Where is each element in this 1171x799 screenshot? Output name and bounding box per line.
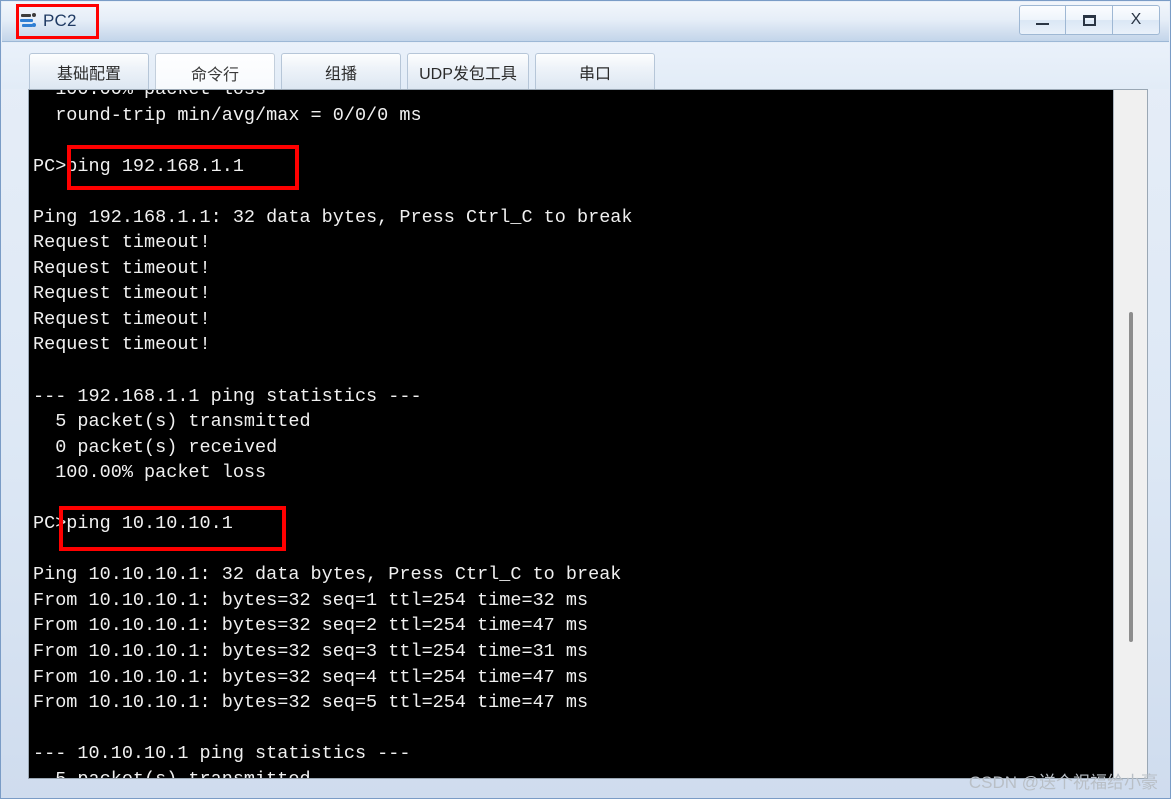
close-button[interactable]: X [1113, 5, 1160, 35]
terminal-output-text: 100.00% packet loss round-trip min/avg/m… [33, 89, 633, 778]
tab-basic-config[interactable]: 基础配置 [29, 53, 149, 89]
terminal-scrollbar-thumb[interactable] [1129, 312, 1133, 642]
tab-strip: 基础配置 命令行 组播 UDP发包工具 串口 [2, 43, 1169, 91]
tab-udp-packet-tool[interactable]: UDP发包工具 [407, 53, 529, 89]
maximize-icon [1082, 14, 1096, 26]
maximize-button[interactable] [1066, 5, 1113, 35]
window-controls: X [1019, 5, 1160, 35]
minimize-icon [1036, 23, 1049, 25]
tab-command-line[interactable]: 命令行 [155, 53, 275, 91]
terminal-scrollbar[interactable] [1113, 90, 1147, 778]
tab-label: 命令行 [190, 66, 239, 84]
tab-label: 基础配置 [56, 65, 121, 83]
watermark: CSDN @送个祝福给小豪 [968, 773, 1158, 792]
window-title: PC2 [43, 11, 77, 30]
terminal-console[interactable]: 100.00% packet loss round-trip min/avg/m… [28, 89, 1148, 779]
tab-multicast[interactable]: 组播 [281, 53, 401, 89]
tab-label: 组播 [324, 65, 357, 83]
tab-label: 串口 [578, 65, 611, 83]
title-bar: PC2 X [2, 2, 1169, 42]
minimize-button[interactable] [1019, 5, 1066, 35]
close-icon: X [1130, 11, 1142, 28]
device-icon [19, 12, 37, 30]
tab-serial-port[interactable]: 串口 [535, 53, 655, 89]
pc2-window: PC2 X 基础配置 命令行 组播 UDP发包工具 串口 100.00% pac… [0, 0, 1171, 799]
tab-label: UDP发包工具 [419, 65, 517, 83]
title-bar-identity: PC2 [19, 7, 77, 35]
